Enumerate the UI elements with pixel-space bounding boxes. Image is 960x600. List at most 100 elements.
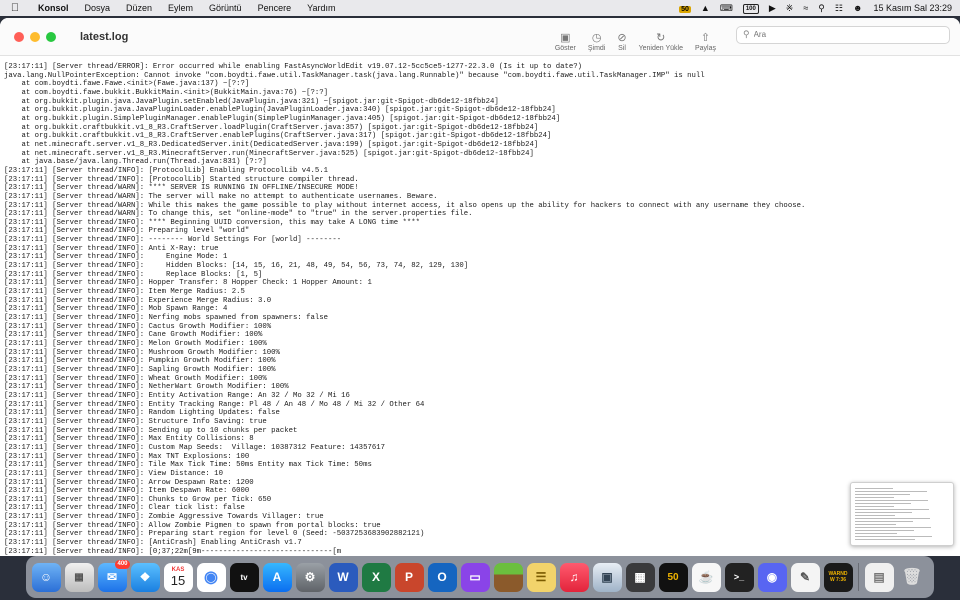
warnd-time: W 7:36 bbox=[829, 577, 847, 583]
log-line: [23:17:11] [Server thread/WARN]: **** SE… bbox=[4, 184, 359, 193]
document-icon[interactable]: ▤ bbox=[864, 562, 894, 592]
minecraft-icon[interactable] bbox=[493, 562, 523, 592]
thumbnail-line bbox=[855, 512, 913, 513]
log-line: [23:17:11] [Server thread/INFO]: Anti X-… bbox=[4, 244, 219, 253]
system-settings-icon[interactable]: ⚙ bbox=[295, 562, 325, 592]
log-line: [23:17:11] [Server thread/INFO]: Custom … bbox=[4, 443, 385, 452]
app-50-icon[interactable]: 50 bbox=[658, 562, 688, 592]
preview-icon[interactable]: ▣ bbox=[592, 562, 622, 592]
control-center-icon[interactable]: ☷ bbox=[830, 3, 848, 14]
log-line: at org.bukkit.plugin.SimplePluginManager… bbox=[4, 114, 561, 123]
log-line: [23:17:11] [Server thread/INFO]: Item De… bbox=[4, 487, 250, 496]
battery-label: 100 bbox=[742, 4, 759, 14]
trash-icon[interactable]: 🗑 bbox=[898, 563, 927, 592]
thumbnail-line bbox=[855, 539, 916, 540]
log-line: [23:17:11] [Server thread/INFO]: Entity … bbox=[4, 391, 350, 400]
minimize-button[interactable] bbox=[30, 31, 40, 42]
java-icon[interactable]: ☕ bbox=[691, 562, 721, 592]
calendar-icon[interactable]: KAS 15 bbox=[163, 562, 193, 592]
app-50-label: 50 bbox=[667, 571, 679, 583]
mail-badge: 400 bbox=[115, 559, 130, 569]
log-line: at org.bukkit.craftbukkit.v1_8_R3.CraftS… bbox=[4, 132, 552, 141]
apple-tv-icon[interactable]: tv bbox=[229, 562, 259, 592]
log-line: [23:17:11] [Server thread/INFO]: Replace… bbox=[4, 270, 263, 279]
log-line: [23:17:11] [Server thread/INFO]: Mushroo… bbox=[4, 348, 280, 357]
textedit-icon[interactable]: ✎ bbox=[790, 562, 820, 592]
wifi-icon[interactable]: ≈ bbox=[798, 3, 813, 13]
search-spotlight-icon[interactable]: ⚲ bbox=[813, 3, 830, 14]
log-line: [23:17:11] [Server thread/INFO]: Nerfing… bbox=[4, 314, 329, 323]
menu-help[interactable]: Yardım bbox=[299, 3, 343, 13]
warnd-icon[interactable]: WARND W 7:36 bbox=[823, 562, 853, 592]
menu-action[interactable]: Eylem bbox=[160, 3, 201, 13]
clear-label: Sil bbox=[618, 44, 626, 52]
log-line: [23:17:11] [Server thread/INFO]: Engine … bbox=[4, 253, 228, 262]
triangle-app-icon[interactable]: ▲ bbox=[696, 3, 715, 13]
log-content[interactable]: [23:17:11] [Server thread/ERROR]: Error … bbox=[0, 60, 960, 556]
log-line: [23:17:11] [Server thread/INFO]: -------… bbox=[4, 236, 342, 245]
music-icon[interactable]: ♫ bbox=[559, 562, 589, 592]
zoom-button[interactable] bbox=[46, 31, 56, 42]
share-icon: ⇧ bbox=[700, 31, 711, 44]
menu-extras: 50 ▲ ⌨ 100 ▶ ※ ≈ ⚲ ☷ ☻ 15 Kasım Sal 23:2… bbox=[674, 2, 960, 14]
log-line: [23:17:11] [Server thread/WARN]: While t… bbox=[4, 201, 806, 210]
traffic-lights bbox=[0, 31, 56, 42]
notes-icon[interactable]: ☰ bbox=[526, 562, 556, 592]
log-line: [23:17:11] [Server thread/INFO]: Structu… bbox=[4, 417, 267, 426]
now-button[interactable]: ◷ Şimdi bbox=[588, 31, 606, 52]
thumbnail-line bbox=[855, 491, 928, 492]
log-line: [23:17:11] [Server thread/INFO]: Tile Ma… bbox=[4, 461, 372, 470]
log-line: [23:17:11] [Server thread/INFO]: [0;37;2… bbox=[4, 547, 342, 556]
datetime[interactable]: 15 Kasım Sal 23:29 bbox=[867, 3, 952, 13]
twitch-icon[interactable]: ▭ bbox=[460, 562, 490, 592]
close-button[interactable] bbox=[14, 31, 24, 42]
log-line: [23:17:11] [Server thread/INFO]: Max Ent… bbox=[4, 435, 254, 444]
powerpoint-icon[interactable]: P bbox=[394, 562, 424, 592]
console-window: latest.log ▣ Göster ◷ Şimdi ⊘ Sil ↻ Yeni… bbox=[0, 18, 960, 556]
log-line: [23:17:11] [Server thread/INFO]: Clear t… bbox=[4, 504, 245, 513]
menu-window[interactable]: Pencere bbox=[250, 3, 300, 13]
thumbnail-line bbox=[855, 518, 931, 519]
reload-button[interactable]: ↻ Yeniden Yükle bbox=[639, 31, 683, 52]
menu-file[interactable]: Dosya bbox=[77, 3, 119, 13]
safari-icon[interactable]: ❖ bbox=[130, 562, 160, 592]
chrome-icon[interactable]: ◉ bbox=[196, 562, 226, 592]
log-line: [23:17:11] [Server thread/INFO]: View Di… bbox=[4, 469, 223, 478]
share-button[interactable]: ⇧ Paylaş bbox=[695, 31, 716, 52]
now-label: Şimdi bbox=[587, 44, 606, 52]
excel-icon[interactable]: X bbox=[361, 562, 391, 592]
log-line: [23:17:11] [Server thread/INFO]: NetherW… bbox=[4, 383, 289, 392]
log-line: [23:17:11] [Server thread/INFO]: Prepari… bbox=[4, 227, 250, 236]
launchpad-icon[interactable]: ▦ bbox=[64, 562, 94, 592]
log-line: at org.bukkit.plugin.java.JavaPlugin.set… bbox=[4, 97, 499, 106]
show-button[interactable]: ▣ Göster bbox=[555, 31, 576, 52]
thumbnail-line bbox=[855, 494, 911, 495]
menu-app-name[interactable]: Konsol bbox=[30, 3, 77, 13]
app-store-icon[interactable]: A bbox=[262, 562, 292, 592]
outlook-icon[interactable]: O bbox=[427, 562, 457, 592]
log-line: [23:17:11] [Server thread/INFO]: [Protoc… bbox=[4, 175, 359, 184]
word-icon[interactable]: W bbox=[328, 562, 358, 592]
menu-edit[interactable]: Düzen bbox=[118, 3, 160, 13]
apple-menu-icon[interactable]:  bbox=[0, 2, 30, 14]
bluetooth-icon[interactable]: ※ bbox=[781, 3, 799, 14]
thumbnail-line bbox=[855, 524, 897, 525]
battery-icon[interactable]: 100 bbox=[738, 2, 764, 14]
terminal-icon[interactable]: >_ bbox=[724, 562, 754, 592]
play-icon[interactable]: ▶ bbox=[764, 3, 781, 14]
menu-view[interactable]: Görüntü bbox=[201, 3, 250, 13]
screenshot-thumbnail[interactable] bbox=[850, 482, 954, 546]
log-line: [23:17:11] [Server thread/INFO]: Experie… bbox=[4, 296, 272, 305]
thumbnail-line bbox=[855, 500, 929, 501]
clear-button[interactable]: ⊘ Sil bbox=[617, 31, 626, 52]
user-icon[interactable]: ☻ bbox=[848, 3, 867, 13]
calculator-icon[interactable]: ▦ bbox=[625, 562, 655, 592]
status-50-icon[interactable]: 50 bbox=[674, 3, 696, 13]
keyboard-icon[interactable]: ⌨ bbox=[715, 3, 738, 14]
discord-icon[interactable]: ◉ bbox=[757, 562, 787, 592]
mail-icon[interactable]: ✉ 400 bbox=[97, 559, 130, 592]
finder-icon[interactable]: ☺ bbox=[31, 562, 61, 592]
search-field[interactable]: ⚲ bbox=[736, 25, 950, 44]
search-input[interactable] bbox=[753, 30, 934, 39]
log-line: at com.boydti.fawe.bukkit.BukkitMain.<in… bbox=[4, 88, 329, 97]
